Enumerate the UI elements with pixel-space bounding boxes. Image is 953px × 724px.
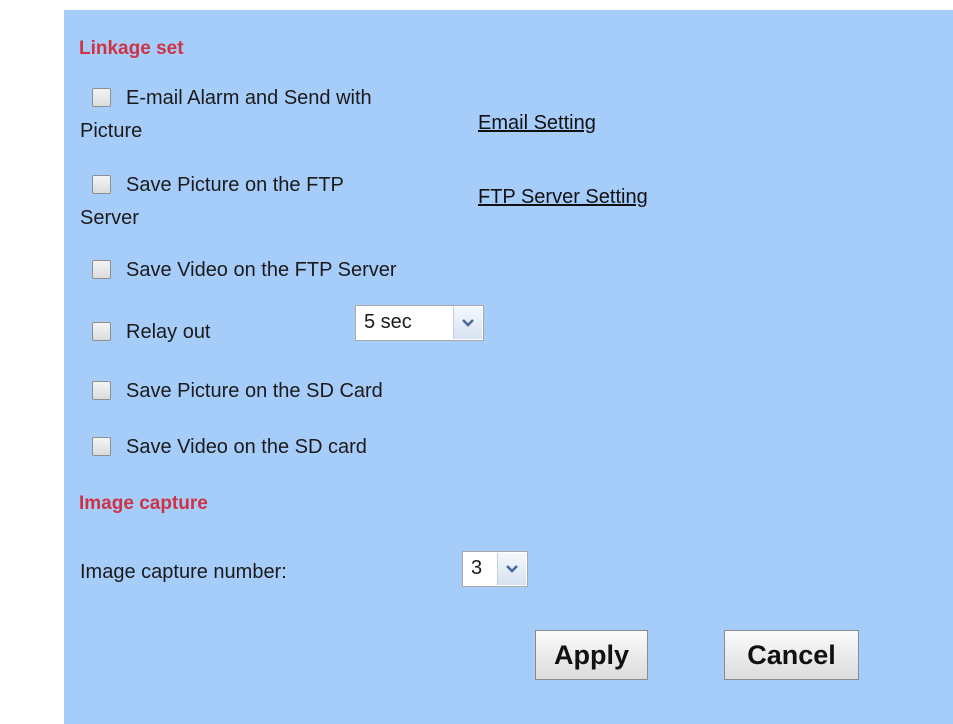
ftp-video-label: Save Video on the FTP Server: [126, 259, 397, 281]
chevron-down-icon[interactable]: [497, 553, 526, 585]
ftp-video-checkbox[interactable]: [92, 260, 111, 279]
email-setting-link[interactable]: Email Setting: [478, 112, 596, 135]
cancel-button[interactable]: Cancel: [724, 630, 859, 680]
image-capture-number-label: Image capture number:: [80, 561, 287, 583]
sd-video-checkbox[interactable]: [92, 437, 111, 456]
email-alarm-label-line2: Picture: [80, 120, 143, 142]
sd-picture-checkbox[interactable]: [92, 381, 111, 400]
apply-button[interactable]: Apply: [535, 630, 648, 680]
relay-out-label: Relay out: [126, 321, 211, 343]
sd-video-label: Save Video on the SD card: [126, 436, 367, 458]
chevron-down-icon[interactable]: [453, 307, 482, 339]
image-capture-number-value: 3: [471, 557, 483, 579]
relay-duration-value: 5 sec: [364, 311, 412, 333]
sd-picture-label: Save Picture on the SD Card: [126, 380, 383, 402]
relay-duration-select[interactable]: 5 sec: [355, 305, 484, 341]
ftp-picture-label-line1: Save Picture on the FTP: [126, 174, 344, 196]
ftp-server-setting-link[interactable]: FTP Server Setting: [478, 186, 648, 209]
email-alarm-checkbox[interactable]: [92, 88, 111, 107]
image-capture-title: Image capture: [79, 493, 208, 514]
alarm-settings-panel: Linkage set E-mail Alarm and Send with P…: [64, 10, 953, 724]
email-alarm-label-line1: E-mail Alarm and Send with: [126, 87, 372, 109]
ftp-picture-label-line2: Server: [80, 207, 139, 229]
linkage-set-title: Linkage set: [79, 38, 184, 59]
image-capture-number-select[interactable]: 3: [462, 551, 528, 587]
relay-out-checkbox[interactable]: [92, 322, 111, 341]
ftp-picture-checkbox[interactable]: [92, 175, 111, 194]
